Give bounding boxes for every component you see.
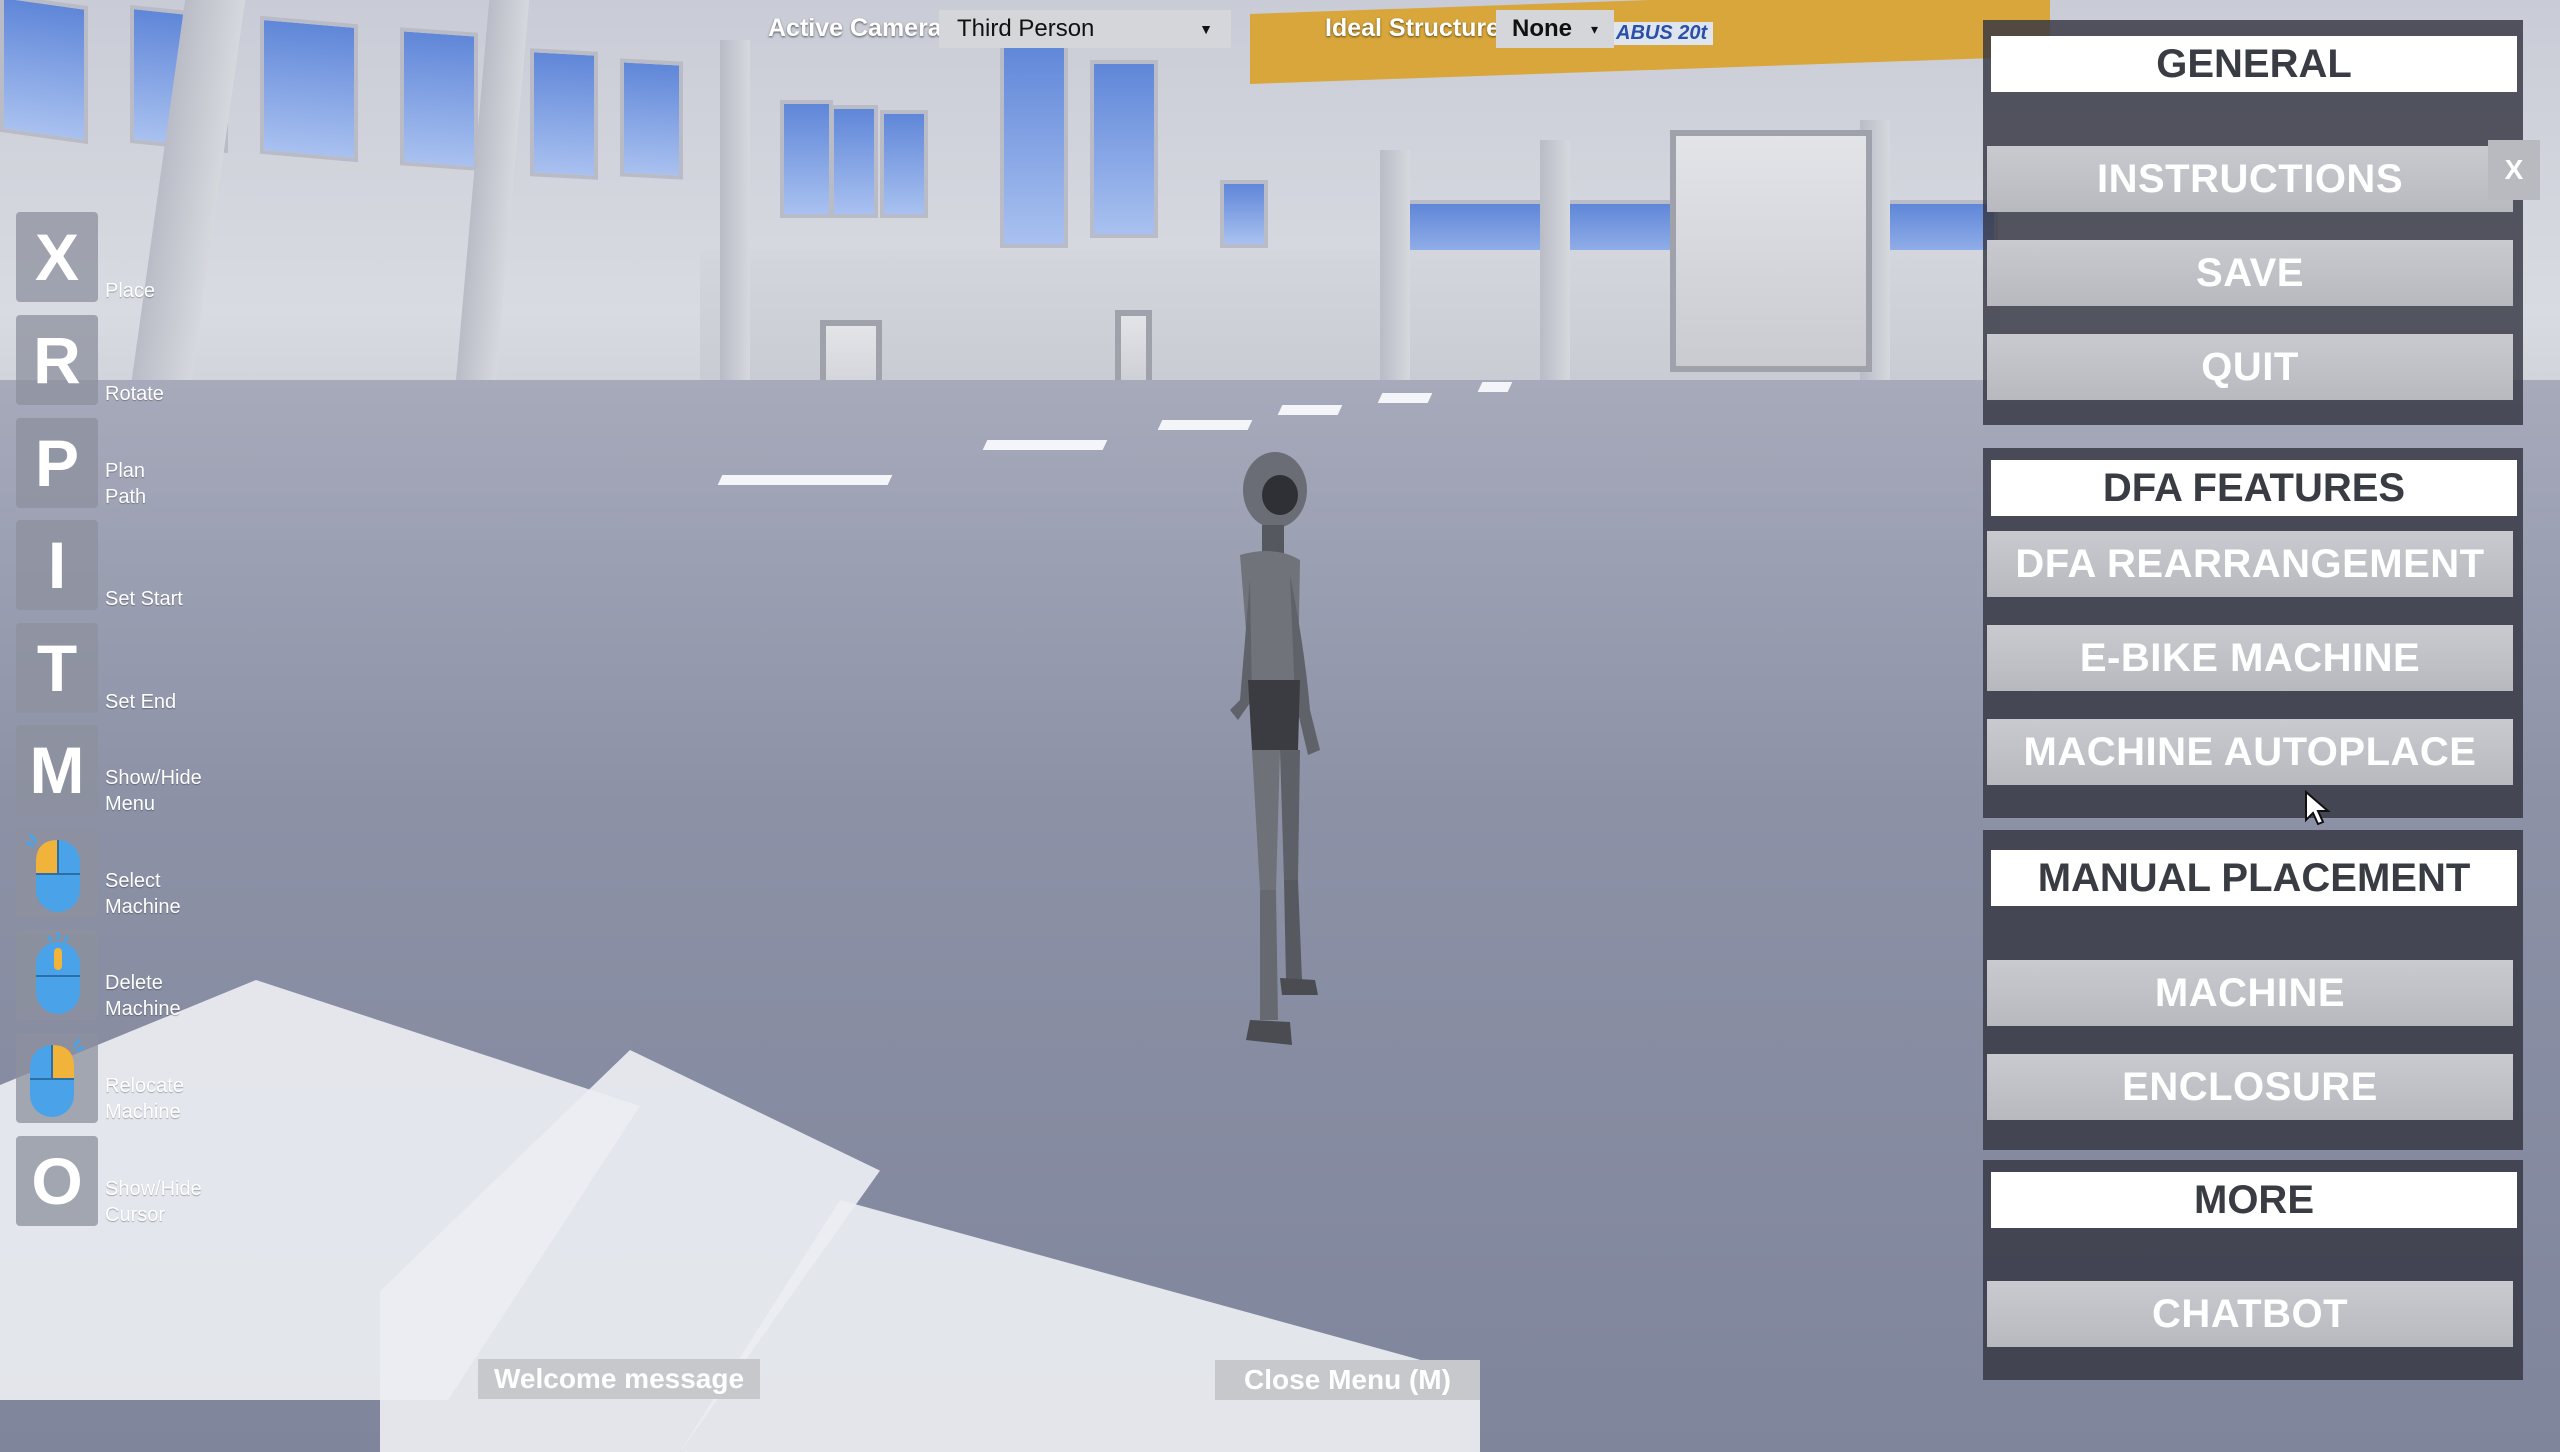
chevron-down-icon: ▾ — [1590, 20, 1598, 37]
active-camera-value: Third Person — [957, 15, 1095, 42]
hotkey-place: X Place — [16, 212, 155, 302]
dfa-rearrangement-button[interactable]: DFA REARRANGEMENT — [1987, 531, 2513, 597]
hotkey-label: Relocate Machine — [105, 1075, 184, 1123]
key-m: M — [16, 725, 98, 815]
hall-column — [720, 40, 750, 420]
hotkey-label: Delete Machine — [105, 972, 181, 1020]
key-t: T — [16, 623, 98, 713]
machine-button[interactable]: MACHINE — [1987, 960, 2513, 1026]
menu-section-more: MORE CHATBOT — [1983, 1160, 2523, 1380]
rolling-door — [1670, 130, 1872, 372]
hall-window — [620, 58, 683, 180]
hall-window — [0, 0, 88, 145]
active-camera-label: Active Camera — [768, 14, 942, 42]
instructions-button[interactable]: INSTRUCTIONS — [1987, 146, 2513, 212]
hall-column — [1380, 150, 1410, 380]
hotkey-relocate-machine: Relocate Machine — [16, 1033, 184, 1123]
close-menu-button[interactable]: Close Menu (M) — [1215, 1360, 1480, 1400]
mouse-middle-icon — [16, 930, 98, 1020]
hotkey-set-end: T Set End — [16, 623, 176, 713]
hotkey-label: Plan Path — [105, 460, 147, 508]
menu-header-general: GENERAL — [1991, 36, 2517, 92]
hall-window — [400, 27, 478, 171]
chevron-down-icon: ▼ — [1199, 21, 1213, 37]
menu-header-manual-placement: MANUAL PLACEMENT — [1991, 850, 2517, 906]
hotkey-select-machine: Select Machine — [16, 828, 181, 918]
hotkey-label: Set Start — [105, 588, 183, 610]
hotkey-show-hide-menu: M Show/Hide Menu — [16, 725, 202, 815]
hotkey-label: Rotate — [105, 383, 164, 405]
ideal-structure-dropdown[interactable]: None ▾ — [1496, 10, 1614, 48]
hotkey-delete-machine: Delete Machine — [16, 930, 181, 1020]
hall-window — [780, 100, 833, 218]
quit-button[interactable]: QUIT — [1987, 334, 2513, 400]
key-r: R — [16, 315, 98, 405]
hall-window — [530, 48, 598, 180]
hall-window — [880, 110, 928, 218]
hotkey-plan-path: P Plan Path — [16, 418, 146, 508]
e-bike-machine-button[interactable]: E-BIKE MACHINE — [1987, 625, 2513, 691]
hall-column — [1540, 140, 1570, 380]
ideal-structure-label: Ideal Structure — [1325, 14, 1501, 42]
key-p: P — [16, 418, 98, 508]
ideal-structure-value: None — [1512, 15, 1572, 42]
key-o: O — [16, 1136, 98, 1226]
floor-light-reflection — [1477, 382, 1513, 392]
menu-section-general: GENERAL INSTRUCTIONS X SAVE QUIT — [1983, 20, 2540, 425]
hall-window — [260, 15, 358, 163]
hall-window — [1090, 60, 1158, 238]
floor-light-reflection — [982, 440, 1108, 450]
main-menu-panel: GENERAL INSTRUCTIONS X SAVE QUIT DFA FEA… — [1983, 20, 2540, 1380]
mouse-left-icon — [16, 828, 98, 918]
hotkey-label: Set End — [105, 691, 177, 713]
menu-section-dfa-features: DFA FEATURES DFA REARRANGEMENT E-BIKE MA… — [1983, 448, 2523, 818]
welcome-message-button[interactable]: Welcome message — [478, 1359, 760, 1399]
crane-label: ABUS 20t — [1610, 22, 1714, 45]
menu-header-more: MORE — [1991, 1172, 2517, 1228]
machine-autoplace-button[interactable]: MACHINE AUTOPLACE — [1987, 719, 2513, 785]
menu-section-manual-placement: MANUAL PLACEMENT MACHINE ENCLOSURE — [1983, 830, 2523, 1150]
hotkey-rotate: R Rotate — [16, 315, 164, 405]
hotkey-label: Place — [105, 280, 156, 302]
chatbot-button[interactable]: CHATBOT — [1987, 1281, 2513, 1347]
hotkey-set-start: I Set Start — [16, 520, 183, 610]
hall-window — [1220, 180, 1268, 248]
mouse-right-icon — [16, 1033, 98, 1123]
hotkey-label: Show/Hide Menu — [105, 767, 202, 815]
enclosure-button[interactable]: ENCLOSURE — [1987, 1054, 2513, 1120]
mouse-pointer-icon — [2305, 790, 2331, 826]
hall-window — [830, 105, 878, 218]
menu-header-dfa-features: DFA FEATURES — [1991, 460, 2517, 516]
active-camera-dropdown[interactable]: Third Person ▼ — [939, 10, 1231, 48]
close-icon[interactable]: X — [2488, 140, 2540, 200]
key-x: X — [16, 212, 98, 302]
hotkey-show-hide-cursor: O Show/Hide Cursor — [16, 1136, 202, 1226]
save-button[interactable]: SAVE — [1987, 240, 2513, 306]
floor-light-reflection — [717, 475, 893, 485]
player-character-mannequin — [1230, 452, 1320, 1045]
hotkey-label: Show/Hide Cursor — [105, 1178, 202, 1226]
key-i: I — [16, 520, 98, 610]
floor-light-reflection — [1377, 393, 1433, 403]
hotkey-label: Select Machine — [105, 870, 181, 918]
floor-light-reflection — [1277, 405, 1343, 415]
hall-window — [1000, 40, 1068, 248]
floor-light-reflection — [1157, 420, 1253, 430]
